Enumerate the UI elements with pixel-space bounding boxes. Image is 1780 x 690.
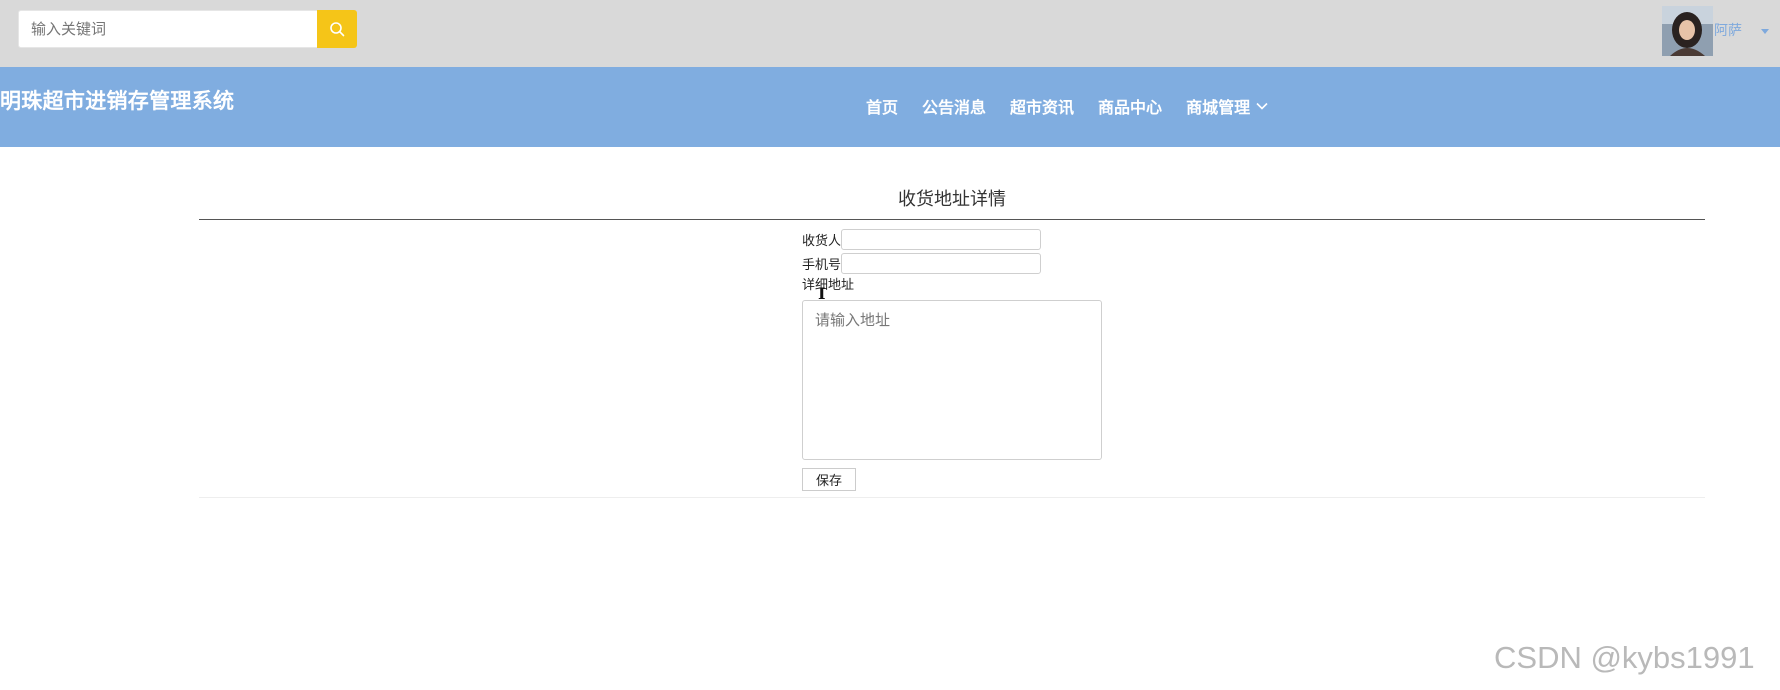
phone-row: 手机号 [802, 252, 1102, 274]
nav-item-announcements[interactable]: 公告消息 [922, 94, 986, 118]
chevron-down-icon [1256, 102, 1268, 110]
address-label: 详细地址 [802, 278, 855, 293]
nav-item-mall-management[interactable]: 商城管理 [1186, 94, 1268, 118]
nav-item-home[interactable]: 首页 [866, 94, 898, 118]
brand-title: 明珠超市进销存管理系统 [0, 89, 235, 113]
username[interactable]: 阿萨 [1714, 20, 1742, 40]
search-icon [330, 22, 345, 37]
address-textarea[interactable] [802, 300, 1102, 460]
nav-bar: 明珠超市进销存管理系统 首页 公告消息 超市资讯 商品中心 商城管理 [0, 67, 1780, 147]
bottom-divider [199, 497, 1705, 498]
avatar[interactable] [1662, 6, 1713, 56]
title-divider [199, 219, 1705, 220]
search-input[interactable] [18, 10, 318, 48]
avatar-image [1662, 6, 1713, 56]
nav-menu: 首页 公告消息 超市资讯 商品中心 商城管理 [866, 94, 1268, 118]
watermark: CSDN @kybs1991 [1494, 640, 1755, 675]
top-bar: 阿萨 [0, 0, 1780, 67]
receiver-input[interactable] [841, 228, 1042, 250]
text-cursor-icon: I [818, 284, 826, 303]
address-form: 收货人 手机号 详细地址 保存 [802, 228, 1102, 491]
receiver-row: 收货人 [802, 228, 1102, 250]
phone-input[interactable] [841, 252, 1042, 274]
nav-item-news[interactable]: 超市资讯 [1010, 94, 1074, 118]
nav-item-mall-management-label: 商城管理 [1186, 98, 1251, 117]
caret-down-icon[interactable] [1761, 29, 1769, 34]
receiver-label: 收货人 [802, 233, 842, 249]
phone-label: 手机号 [802, 257, 842, 273]
page-title: 收货地址详情 [898, 189, 1006, 210]
search-button[interactable] [317, 10, 357, 48]
save-button[interactable]: 保存 [802, 468, 856, 491]
nav-item-products[interactable]: 商品中心 [1098, 94, 1162, 118]
